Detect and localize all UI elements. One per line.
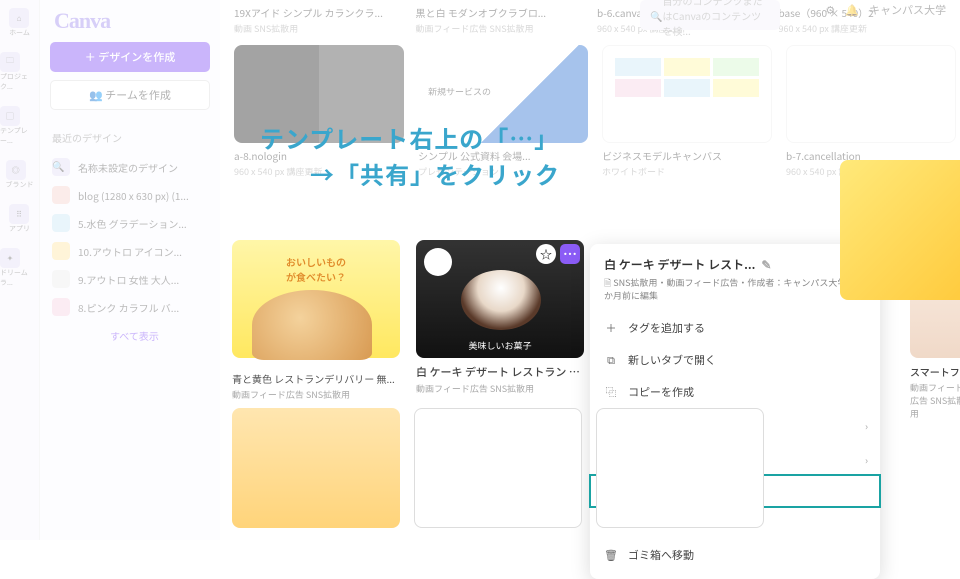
settings-icon[interactable]: ⚙ [825,2,835,18]
template-icon: ▢ [0,106,20,126]
recent-item[interactable]: 10.アウトロ アイコン... [50,237,210,265]
header-actions: ⚙ 🔔 キャンパス大学 [825,2,946,18]
dream-icon: ✦ [0,248,20,268]
menu-add-tag[interactable]: ＋タグを追加する [590,312,880,344]
card-title: スマートフォン モダン エレガン... [910,364,960,379]
rail-item-brand[interactable]: ◎ブランド [6,160,34,190]
show-all-link[interactable]: すべて表示 [110,328,159,343]
bottom-row [232,408,764,528]
design-card[interactable]: b-7.cancellation960 x 540 px 講座更新 [786,45,956,178]
recent-item[interactable]: 9.アウトロ 女性 大人... [50,265,210,293]
tutorial-annotation: テンプレート右上の「…」 →「共有」をクリック [260,120,560,192]
design-card[interactable] [414,408,582,528]
design-card-sandwich[interactable]: おいしいものが食べたい？ [232,240,400,358]
design-card[interactable]: 黒と白 モダンオブクラブロ...動画フィード広告 SNS拡散用 [416,0,584,35]
rail-item-templates[interactable]: ▢テンプレー... [0,106,39,146]
thumb-caption: 美味しいお菓子 [422,339,578,352]
card-thumbnail: ☆ ⋯ 美味しいお菓子 [416,240,584,358]
design-card-yellow[interactable] [840,160,960,300]
external-icon: ⧉ [604,352,618,368]
trash-icon: 🗑 [604,547,618,563]
copy-icon: ⿻ [604,384,618,400]
card-meta: 動画フィード広告 SNS拡散用 [416,382,584,395]
bell-icon[interactable]: 🔔 [845,2,859,18]
card-title: 白 ケーキ デザート レストラン 配達... [416,364,584,380]
star-icon: ☆ [540,246,552,263]
focused-design-card[interactable]: ☆ ⋯ 美味しいお菓子 白 ケーキ デザート レストラン 配達... 動画フィー… [416,240,584,395]
apps-icon: ⠿ [9,204,29,224]
more-icon: ⋯ [563,244,577,264]
search-icon: 🔍 [52,158,70,176]
search-input[interactable]: 🔍 自分のコンテンツまたはCanvaのコンテンツを検... [640,0,780,30]
design-card[interactable] [232,408,400,528]
logo: Canva [54,8,210,34]
brand-icon: ◎ [6,160,26,180]
more-options-button[interactable]: ⋯ [560,244,580,264]
org-name[interactable]: キャンパス大学 [869,2,946,18]
recent-designs-heading: 最近のデザイン [52,130,210,145]
sidebar: Canva ＋ デザインを作成 👥 チームを作成 最近のデザイン 🔍名称未設定の… [40,0,220,540]
rail-item-projects[interactable]: 🗀プロジェク... [0,52,39,92]
recent-item[interactable]: 8.ピンク カラフル バ... [50,293,210,321]
card-meta: 動画フィード広告 SNS拡散用 [232,388,400,401]
chevron-right-icon: › [865,418,868,433]
search-icon: 🔍 [650,8,662,23]
menu-title: 白 ケーキ デザート レスト...✎ [604,256,866,273]
card-title: 青と黄色 レストランデリバリー 無... [232,371,400,386]
recent-item[interactable]: blog (1280 x 630 px) (1... [50,181,210,209]
team-icon: 👥 [89,87,105,103]
card-meta: 動画フィード広告 SNS拡散用 [910,381,960,420]
create-team-button[interactable]: 👥 チームを作成 [50,80,210,110]
menu-subtitle: 🗎 SNS拡散用・動画フィード広告・作成者：キャンパス大学・1か月前に編集 [604,277,866,302]
recent-item[interactable]: 5.水色 グラデーション... [50,209,210,237]
menu-make-copy[interactable]: ⿻コピーを作成 [590,376,880,408]
recent-item[interactable]: 🔍名称未設定のデザイン [50,153,210,181]
menu-trash[interactable]: 🗑ゴミ箱へ移動 [590,539,880,571]
folder-icon: 🗀 [0,52,20,72]
plus-icon: ＋ [604,320,618,336]
chevron-right-icon: › [865,452,868,467]
favorite-button[interactable]: ☆ [536,244,556,264]
home-icon: ⌂ [9,8,29,28]
design-card[interactable] [596,408,764,528]
rail-item-apps[interactable]: ⠿アプリ [9,204,30,234]
design-card[interactable]: ビジネスモデルキャンバスホワイトボード [602,45,772,178]
menu-open-new-tab[interactable]: ⧉新しいタブで開く [590,344,880,376]
design-card[interactable]: 19Xアイド シンプル カランクラ...動画 SNS拡散用 [234,0,402,35]
rail-item-home[interactable]: ⌂ホーム [9,8,30,38]
edit-icon[interactable]: ✎ [761,256,771,273]
rail-item-dreamlab[interactable]: ✦ドリームラ... [0,248,39,288]
app-rail: ⌂ホーム 🗀プロジェク... ▢テンプレー... ◎ブランド ⠿アプリ ✦ドリー… [0,0,40,540]
create-design-button[interactable]: ＋ デザインを作成 [50,42,210,72]
